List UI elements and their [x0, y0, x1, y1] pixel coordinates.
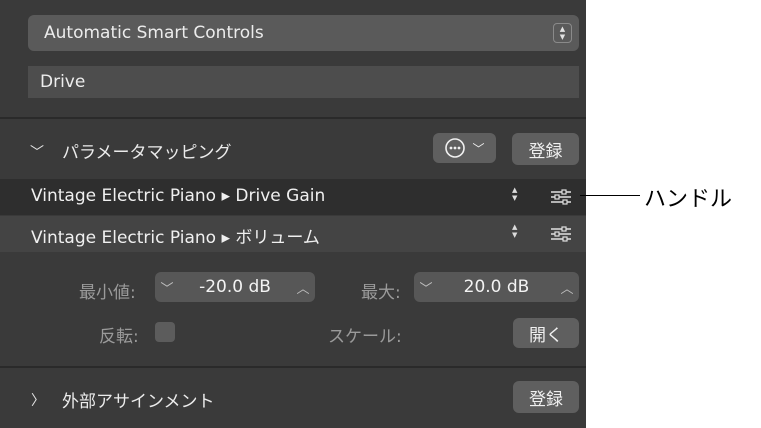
section-divider	[0, 117, 586, 119]
min-value: -20.0 dB	[199, 277, 271, 297]
mapping-label: Vintage Electric Piano ▸ Drive Gain	[31, 186, 326, 206]
chevron-up-icon[interactable]: ︿	[291, 278, 315, 297]
handle-icon[interactable]	[550, 189, 572, 205]
up-down-arrows-icon: ▲ ▼	[553, 23, 572, 43]
smart-controls-inspector: Automatic Smart Controls ▲ ▼ Drive ﹀ パラメー…	[0, 0, 586, 428]
more-options-button[interactable]: ﹀	[433, 133, 496, 163]
max-value: 20.0 dB	[463, 277, 530, 297]
mapping-label: Vintage Electric Piano ▸ ボリューム	[31, 228, 320, 248]
chevron-up-icon[interactable]: ︿	[555, 278, 579, 297]
external-assignments-title: 外部アサインメント	[62, 392, 215, 412]
invert-label: 反転:	[99, 327, 139, 347]
parameter-mapping-title: パラメータマッピング	[62, 143, 232, 163]
max-value-stepper[interactable]: ﹀ 20.0 dB ︿	[414, 272, 579, 302]
min-value-label: 最小値:	[79, 283, 136, 303]
chevron-right-icon[interactable]: 〉	[31, 390, 45, 410]
scale-label: スケール:	[328, 327, 402, 347]
mapping-row[interactable]: Vintage Electric Piano ▸ ボリューム ▲ ▼	[0, 216, 586, 252]
min-value-stepper[interactable]: ﹀ -20.0 dB ︿	[155, 272, 315, 302]
chevron-down-icon[interactable]: ﹀	[30, 142, 44, 162]
mapping-mode-select[interactable]: Automatic Smart Controls ▲ ▼	[28, 15, 579, 51]
section-divider	[0, 366, 586, 368]
control-name-field[interactable]: Drive	[28, 66, 579, 98]
chevron-down-icon[interactable]: ﹀	[155, 278, 179, 297]
ellipsis-circle-icon	[445, 138, 466, 158]
mapping-learn-button[interactable]: 登録	[512, 133, 579, 165]
callout-handle-label: ハンドル	[644, 187, 733, 212]
callout-line	[580, 195, 640, 196]
up-down-arrows-icon[interactable]: ▲ ▼	[512, 186, 517, 202]
max-value-label: 最大:	[361, 283, 401, 303]
handle-icon[interactable]	[550, 226, 572, 242]
invert-checkbox[interactable]	[155, 322, 175, 342]
up-down-arrows-icon[interactable]: ▲ ▼	[512, 223, 517, 239]
chevron-down-icon[interactable]: ﹀	[414, 278, 438, 297]
external-learn-button[interactable]: 登録	[513, 381, 579, 413]
scale-open-button[interactable]: 開く	[513, 318, 579, 348]
chevron-down-icon: ﹀	[472, 141, 485, 156]
mapping-mode-value: Automatic Smart Controls	[44, 23, 264, 43]
mapping-row-selected[interactable]: Vintage Electric Piano ▸ Drive Gain ▲ ▼	[0, 179, 586, 215]
